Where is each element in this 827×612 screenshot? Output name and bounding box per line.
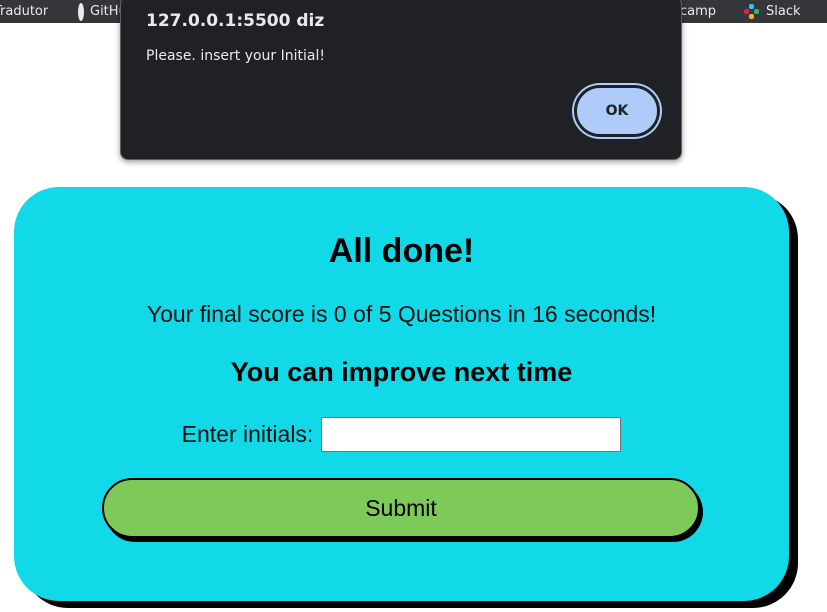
bookmark-label: camp [680, 4, 717, 19]
bookmark-label: GitHub [90, 4, 120, 19]
bookmark-tradutor[interactable]: Tradutor [0, 0, 48, 23]
bookmark-label: Slack [766, 4, 801, 19]
initials-row: Enter initials: [14, 417, 789, 452]
alert-dialog: 127.0.0.1:5500 diz Please. insert your I… [120, 0, 682, 160]
bookmark-slack[interactable]: Slack [744, 0, 801, 23]
bookmark-camp[interactable]: camp [680, 0, 716, 23]
results-card: All done! Your final score is 0 of 5 Que… [14, 187, 789, 601]
dialog-message: Please. insert your Initial! [146, 48, 325, 64]
score-text: Your final score is 0 of 5 Questions in … [146, 301, 657, 327]
page-title: All done! [328, 232, 475, 270]
github-icon [78, 2, 84, 21]
slack-icon [744, 3, 760, 20]
initials-label: Enter initials: [181, 421, 314, 447]
bookmark-github[interactable]: GitHub [78, 0, 120, 23]
dialog-title: 127.0.0.1:5500 diz [146, 11, 325, 31]
feedback-subtitle: You can improve next time [230, 357, 573, 387]
ok-button[interactable]: OK [574, 85, 660, 137]
bookmark-label: Tradutor [0, 4, 49, 19]
submit-button[interactable]: Submit [102, 478, 700, 538]
initials-input[interactable] [321, 417, 622, 452]
